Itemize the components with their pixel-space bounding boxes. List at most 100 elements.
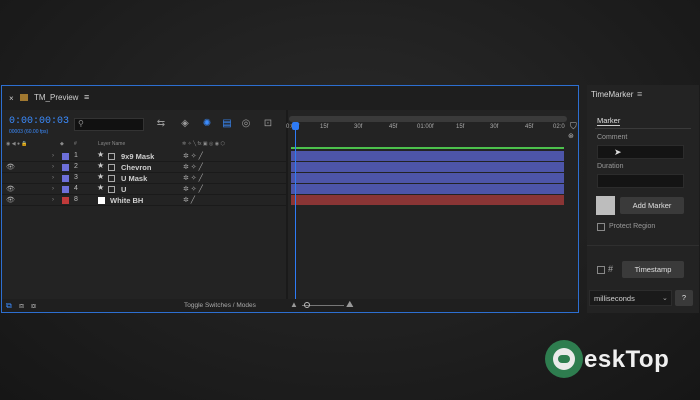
frame-blending-icon[interactable]: ▤ bbox=[221, 118, 233, 130]
label-color-swatch[interactable] bbox=[62, 197, 69, 204]
time-stretch-pane-icon[interactable]: ⧇ bbox=[31, 301, 36, 311]
panel-divider[interactable] bbox=[286, 110, 288, 300]
timeline-panel: × TM_Preview ≡ 0:00:00:03 00003 (60.00 f… bbox=[1, 85, 579, 313]
layer-type-icon bbox=[108, 153, 115, 160]
protect-region-checkbox[interactable] bbox=[597, 223, 605, 231]
layer-name[interactable]: U Mask bbox=[121, 174, 147, 183]
zoom-in-icon[interactable]: ⛰ bbox=[346, 299, 354, 310]
composition-mini-flowchart-icon[interactable]: ⇆ bbox=[155, 118, 167, 130]
marker-color-swatch[interactable] bbox=[596, 196, 615, 215]
layer-switches[interactable]: ✲ ✧ ╱ bbox=[183, 163, 203, 171]
layer-switches[interactable]: ✲ ✧ ╱ bbox=[183, 152, 203, 160]
visibility-eye-icon[interactable]: 👁 bbox=[6, 163, 15, 171]
close-icon[interactable]: × bbox=[9, 94, 14, 103]
frame-rate-readout: 00003 (60.00 fps) bbox=[9, 129, 49, 135]
visibility-eye-icon[interactable]: 👁 bbox=[6, 185, 15, 193]
add-marker-button[interactable]: Add Marker bbox=[620, 197, 684, 214]
layer-row[interactable]: › 1 ★ 9x9 Mask ✲ ✧ ╱ bbox=[2, 150, 287, 162]
units-selected-value: milliseconds bbox=[594, 294, 635, 303]
layer-switches[interactable]: ✲ ╱ bbox=[183, 196, 195, 204]
desktop-logo-icon bbox=[545, 340, 583, 378]
layer-duration-bar[interactable] bbox=[291, 151, 564, 161]
panel-menu-icon[interactable]: ≡ bbox=[84, 92, 89, 102]
comp-marker-bin-icon[interactable]: ⛉ bbox=[570, 121, 577, 132]
composition-tab-title[interactable]: TM_Preview bbox=[34, 93, 78, 102]
motion-blur-icon[interactable]: ◎ bbox=[240, 118, 252, 130]
shape-layer-star-icon: ★ bbox=[97, 150, 105, 159]
timemarker-panel-title[interactable]: TimeMarker bbox=[591, 90, 633, 99]
layer-duration-bar[interactable] bbox=[291, 173, 564, 183]
current-timecode[interactable]: 0:00:00:03 bbox=[9, 116, 69, 127]
work-area-indicator bbox=[291, 147, 564, 149]
timestamp-checkbox[interactable] bbox=[597, 266, 605, 274]
layer-switches[interactable]: ✲ ✧ ╱ bbox=[183, 185, 203, 193]
duration-field[interactable] bbox=[597, 174, 684, 188]
ruler-tick-label: 45f bbox=[389, 124, 398, 130]
expand-arrow-icon[interactable]: › bbox=[52, 186, 54, 192]
time-ruler[interactable]: 0:00f 15f 30f 45f 01:00f 15f 30f 45f 02:… bbox=[286, 116, 567, 136]
layer-number: 3 bbox=[74, 174, 78, 181]
layer-name[interactable]: U bbox=[121, 185, 126, 194]
zoom-slider-handle[interactable] bbox=[304, 302, 310, 308]
panel-tab-bar: × TM_Preview ≡ bbox=[2, 86, 578, 110]
label-color-swatch[interactable] bbox=[62, 153, 69, 160]
layer-duration-bar[interactable] bbox=[291, 195, 564, 205]
solid-layer-icon bbox=[98, 197, 105, 204]
zoom-out-icon[interactable]: ▲ bbox=[290, 300, 298, 309]
mouse-cursor-icon: ➤ bbox=[614, 147, 622, 157]
visibility-eye-icon[interactable]: 👁 bbox=[6, 196, 15, 204]
layer-row[interactable]: › 3 ★ U Mask ✲ ✧ ╱ bbox=[2, 172, 287, 184]
label-color-swatch[interactable] bbox=[62, 186, 69, 193]
label-color-swatch[interactable] bbox=[62, 175, 69, 182]
layer-number: 4 bbox=[74, 185, 78, 192]
section-divider bbox=[587, 245, 699, 246]
duration-label: Duration bbox=[597, 163, 624, 170]
layer-type-icon bbox=[108, 164, 115, 171]
current-time-indicator-head[interactable] bbox=[292, 122, 299, 130]
marker-tab[interactable]: Marker bbox=[597, 116, 621, 126]
layer-name[interactable]: White BH bbox=[110, 196, 143, 205]
comp-button-icon[interactable]: ⊛ bbox=[568, 132, 574, 140]
draft-3d-icon[interactable]: ◈ bbox=[179, 118, 191, 130]
comment-field[interactable]: ➤ bbox=[597, 145, 684, 159]
tab-divider bbox=[595, 128, 691, 129]
switches-column-header: ✲ ✧ ╲ fx ▣ ◎ ◉ ⬡ bbox=[182, 141, 225, 147]
layer-switches[interactable]: ✲ ✧ ╱ bbox=[183, 174, 203, 182]
layer-duration-bar[interactable] bbox=[291, 162, 564, 172]
ruler-tick-label: 15f bbox=[320, 124, 329, 130]
layer-switches-pane-icon[interactable]: ⧉ bbox=[6, 301, 12, 311]
label-column-icon: ◆ bbox=[60, 141, 64, 147]
layer-row[interactable]: 👁 › 2 ★ Chevron ✲ ✧ ╱ bbox=[2, 161, 287, 173]
modes-pane-icon[interactable]: ⧈ bbox=[19, 301, 24, 311]
layer-name[interactable]: Chevron bbox=[121, 163, 151, 172]
current-time-indicator[interactable] bbox=[295, 126, 296, 304]
layer-row[interactable]: 👁 › 8 White BH ✲ ╱ bbox=[2, 195, 287, 206]
expand-arrow-icon[interactable]: › bbox=[52, 197, 54, 203]
toggle-switches-modes-button[interactable]: Toggle Switches / Modes bbox=[184, 302, 256, 309]
layer-search-input[interactable]: ⚲ bbox=[74, 118, 144, 131]
timeline-bottom-bar: ⧉ ⧈ ⧇ ▲ ⛰ bbox=[2, 299, 578, 312]
shy-layers-icon[interactable]: ✺ bbox=[201, 118, 213, 130]
chevron-down-icon: ⌄ bbox=[662, 295, 668, 302]
expand-arrow-icon[interactable]: › bbox=[52, 175, 54, 181]
ruler-tick-label: 45f bbox=[525, 124, 534, 130]
layer-row[interactable]: 👁 › 4 ★ U ✲ ✧ ╱ bbox=[2, 183, 287, 195]
units-dropdown[interactable]: milliseconds ⌄ bbox=[589, 290, 672, 306]
graph-editor-icon[interactable]: ⊡ bbox=[262, 118, 274, 130]
frame-number-hash[interactable]: # bbox=[608, 264, 613, 274]
layer-name[interactable]: 9x9 Mask bbox=[121, 152, 154, 161]
layer-number: 2 bbox=[74, 163, 78, 170]
label-color-swatch[interactable] bbox=[62, 164, 69, 171]
layer-name-column-header[interactable]: Layer Name bbox=[98, 141, 125, 147]
timestamp-button[interactable]: Timestamp bbox=[622, 261, 684, 278]
logo-link-mark bbox=[558, 355, 570, 363]
layer-type-icon bbox=[108, 186, 115, 193]
panel-menu-icon[interactable]: ≡ bbox=[637, 89, 642, 99]
expand-arrow-icon[interactable]: › bbox=[52, 153, 54, 159]
comment-label: Comment bbox=[597, 134, 628, 141]
composition-icon bbox=[20, 94, 28, 101]
help-button[interactable]: ? bbox=[675, 290, 693, 306]
expand-arrow-icon[interactable]: › bbox=[52, 164, 54, 170]
work-area-bar[interactable] bbox=[289, 116, 567, 122]
layer-duration-bar[interactable] bbox=[291, 184, 564, 194]
